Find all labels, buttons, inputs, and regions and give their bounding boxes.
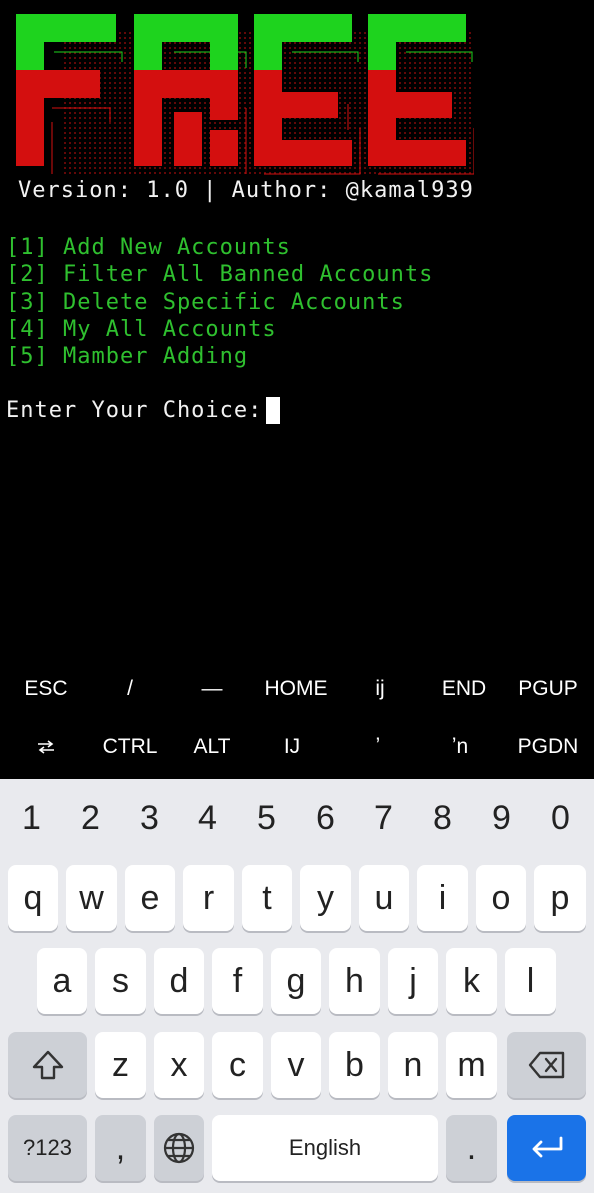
backspace-key[interactable] <box>507 1032 586 1098</box>
key-2[interactable]: 2 <box>61 779 120 857</box>
key-u[interactable]: u <box>359 865 409 931</box>
free-banner-logo <box>16 14 474 176</box>
menu-item-add-accounts: [1] Add New Accounts <box>6 235 291 260</box>
menu-item-filter-banned: [2] Filter All Banned Accounts <box>6 262 434 288</box>
key-l[interactable]: l <box>505 948 556 1014</box>
extra-keys-bar: ESC / — HOME ij END PGUP CTRL ALT IJ ʼ ʼ… <box>0 660 594 779</box>
key-z[interactable]: z <box>95 1032 146 1098</box>
prompt-label: Enter Your Choice: <box>6 398 263 423</box>
esc-key[interactable]: ESC <box>4 660 88 718</box>
menu-item-delete-accounts: [3] Delete Specific Accounts <box>6 289 405 315</box>
key-7[interactable]: 7 <box>354 779 413 857</box>
terminal-screen[interactable]: Version: 1.0 | Author: @kamal939 [1] Add… <box>0 0 594 660</box>
key-b[interactable]: b <box>329 1032 380 1098</box>
shift-arrow-icon <box>32 1050 63 1080</box>
shift-key[interactable] <box>8 1032 87 1098</box>
pgdn-key[interactable]: PGDN <box>506 718 590 776</box>
ij-ligature-key[interactable]: IJ <box>250 718 334 776</box>
menu-options: [1] Add New Accounts [2] Filter All Bann… <box>6 234 433 370</box>
key-y[interactable]: y <box>300 865 351 931</box>
language-key[interactable] <box>154 1115 204 1181</box>
space-bar[interactable]: English <box>212 1115 438 1181</box>
key-g[interactable]: g <box>271 948 321 1014</box>
comma-key[interactable]: , <box>95 1115 146 1181</box>
key-j[interactable]: j <box>388 948 438 1014</box>
soft-keyboard: 1 2 3 4 5 6 7 8 9 0 q w e r t y u i o p … <box>0 779 594 1193</box>
key-v[interactable]: v <box>271 1032 321 1098</box>
key-m[interactable]: m <box>446 1032 497 1098</box>
key-8[interactable]: 8 <box>413 779 472 857</box>
key-0[interactable]: 0 <box>531 779 590 857</box>
key-5[interactable]: 5 <box>237 779 296 857</box>
alt-key[interactable]: ALT <box>170 718 254 776</box>
key-9[interactable]: 9 <box>472 779 531 857</box>
end-key[interactable]: END <box>422 660 506 718</box>
text-cursor <box>266 397 281 424</box>
key-q[interactable]: q <box>8 865 58 931</box>
apostrophe-key[interactable]: ʼ <box>336 718 420 776</box>
key-c[interactable]: c <box>212 1032 263 1098</box>
key-w[interactable]: w <box>66 865 117 931</box>
tab-icon <box>38 740 54 754</box>
tab-key[interactable] <box>4 718 88 776</box>
globe-icon <box>163 1132 195 1164</box>
key-p[interactable]: p <box>534 865 586 931</box>
key-k[interactable]: k <box>446 948 497 1014</box>
period-key[interactable]: . <box>446 1115 497 1181</box>
symbols-key[interactable]: ?123 <box>8 1115 87 1181</box>
pgup-key[interactable]: PGUP <box>506 660 590 718</box>
dash-key[interactable]: — <box>170 660 254 718</box>
ctrl-key[interactable]: CTRL <box>88 718 172 776</box>
ij-key[interactable]: ij <box>338 660 422 718</box>
key-h[interactable]: h <box>329 948 380 1014</box>
key-3[interactable]: 3 <box>120 779 179 857</box>
key-f[interactable]: f <box>212 948 263 1014</box>
enter-key[interactable] <box>507 1115 586 1181</box>
number-row: 1 2 3 4 5 6 7 8 9 0 <box>0 779 594 857</box>
key-x[interactable]: x <box>154 1032 204 1098</box>
apostrophe-n-key[interactable]: ʼn <box>418 718 502 776</box>
key-1[interactable]: 1 <box>2 779 61 857</box>
key-4[interactable]: 4 <box>178 779 237 857</box>
home-key[interactable]: HOME <box>254 660 338 718</box>
key-a[interactable]: a <box>37 948 87 1014</box>
key-6[interactable]: 6 <box>296 779 355 857</box>
key-t[interactable]: t <box>242 865 292 931</box>
menu-item-my-accounts: [4] My All Accounts <box>6 316 277 342</box>
enter-arrow-icon <box>532 1136 562 1158</box>
menu-item-member-adding: [5] Mamber Adding <box>6 344 249 370</box>
choice-prompt[interactable]: Enter Your Choice: <box>6 397 281 424</box>
backspace-icon <box>528 1051 564 1079</box>
key-s[interactable]: s <box>95 948 146 1014</box>
slash-key[interactable]: / <box>88 660 172 718</box>
version-author-line: Version: 1.0 | Author: @kamal939 <box>18 178 474 203</box>
key-d[interactable]: d <box>154 948 204 1014</box>
key-i[interactable]: i <box>417 865 468 931</box>
key-e[interactable]: e <box>125 865 175 931</box>
key-r[interactable]: r <box>183 865 234 931</box>
key-n[interactable]: n <box>388 1032 438 1098</box>
key-o[interactable]: o <box>476 865 526 931</box>
